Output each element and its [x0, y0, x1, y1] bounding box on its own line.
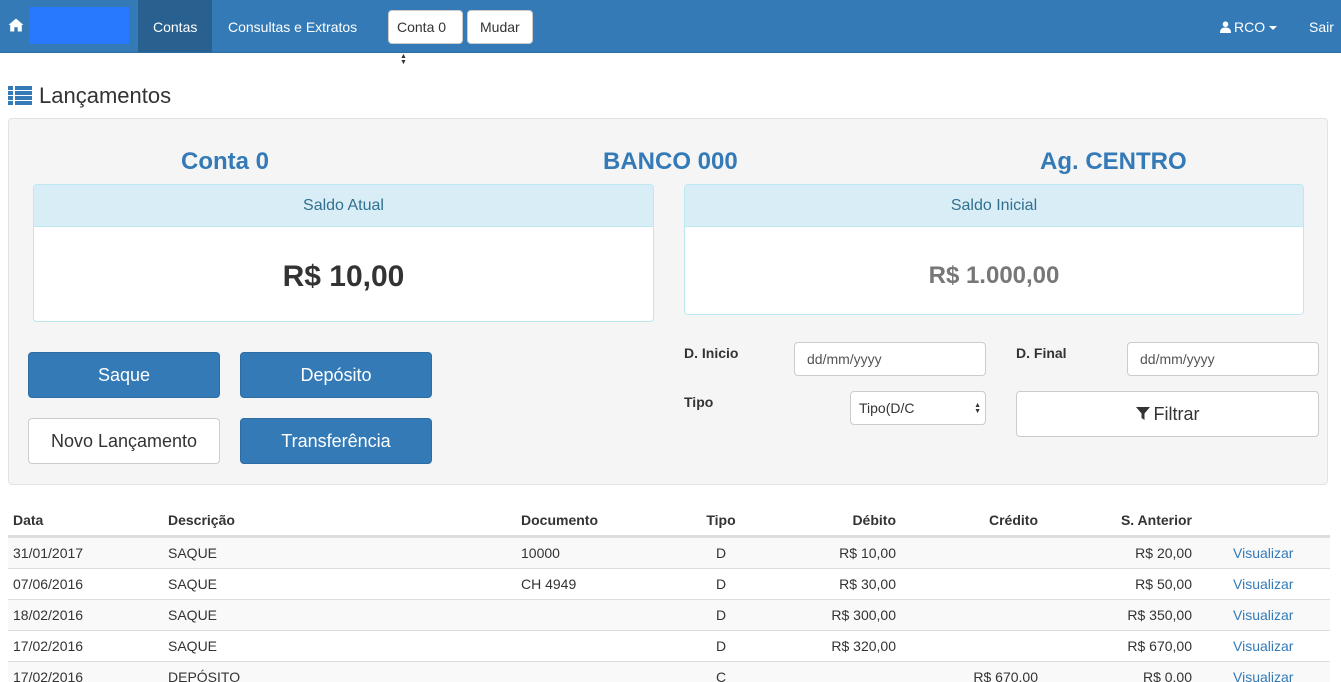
tipo-select-value: Tipo(D/C	[859, 400, 915, 416]
cell-descricao: SAQUE	[168, 607, 218, 623]
agency-name: Ag. CENTRO	[1040, 148, 1187, 175]
saldo-inicial-label: Saldo Inicial	[685, 185, 1303, 227]
novo-lancamento-button[interactable]: Novo Lançamento	[28, 418, 220, 464]
user-name: RCO	[1234, 19, 1266, 35]
tipo-select[interactable]: Tipo(D/C ▲ ▼	[850, 391, 986, 425]
visualizar-link[interactable]: Visualizar	[1233, 569, 1293, 599]
visualizar-link[interactable]: Visualizar	[1233, 662, 1293, 682]
cell-saldo-anterior: R$ 20,00	[1135, 545, 1192, 561]
lancamentos-table: Data Descrição Documento Tipo Débito Cré…	[8, 505, 1330, 682]
saldo-inicial-panel: Saldo Inicial R$ 1.000,00	[684, 184, 1304, 315]
cell-data: 17/02/2016	[13, 669, 84, 682]
saque-button[interactable]: Saque	[28, 352, 220, 398]
filtrar-label: Filtrar	[1153, 404, 1200, 424]
updown-arrows-icon: ▲ ▼	[400, 53, 407, 67]
cell-descricao: DEPÓSITO	[168, 669, 241, 682]
cell-saldo-anterior: R$ 670,00	[1127, 638, 1192, 654]
col-descricao: Descrição	[168, 512, 235, 528]
account-name: Conta 0	[181, 148, 270, 175]
d-final-input[interactable]	[1127, 342, 1319, 376]
cell-documento: 10000	[521, 545, 560, 561]
d-inicio-input[interactable]	[794, 342, 986, 376]
col-tipo: Tipo	[706, 512, 736, 528]
home-icon[interactable]	[8, 17, 24, 33]
deposito-button[interactable]: Depósito	[240, 352, 432, 398]
visualizar-link[interactable]: Visualizar	[1233, 631, 1293, 661]
mudar-button[interactable]: Mudar	[467, 10, 533, 44]
d-inicio-label: D. Inicio	[684, 345, 739, 361]
user-menu[interactable]: RCO	[1205, 0, 1292, 52]
user-icon	[1220, 21, 1231, 33]
cell-saldo-anterior: R$ 0,00	[1142, 669, 1192, 682]
cell-descricao: SAQUE	[168, 545, 218, 561]
saldo-atual-panel: Saldo Atual R$ 10,00	[33, 184, 654, 322]
cell-saldo-anterior: R$ 50,00	[1135, 576, 1192, 592]
cell-tipo: D	[715, 545, 727, 561]
cell-debito: R$ 320,00	[831, 638, 896, 654]
cell-tipo: C	[715, 669, 727, 682]
caret-down-icon	[1269, 26, 1278, 31]
col-data: Data	[13, 512, 44, 528]
saldo-inicial-value: R$ 1.000,00	[928, 262, 1060, 289]
cell-data: 18/02/2016	[13, 607, 84, 623]
cell-descricao: SAQUE	[168, 638, 218, 654]
cell-credito: R$ 670,00	[973, 669, 1038, 682]
col-debito: Débito	[852, 512, 896, 528]
visualizar-link[interactable]: Visualizar	[1233, 600, 1293, 630]
account-select-value: Conta 0	[397, 19, 447, 35]
saldo-atual-label: Saldo Atual	[34, 185, 653, 227]
list-icon	[8, 86, 32, 105]
table-header-row: Data Descrição Documento Tipo Débito Cré…	[8, 505, 1330, 537]
sair-link[interactable]: Sair	[1294, 0, 1341, 52]
cell-data: 31/01/2017	[13, 545, 84, 561]
cell-debito: R$ 30,00	[839, 576, 896, 592]
cell-tipo: D	[715, 576, 727, 592]
nav-contas[interactable]: Contas	[138, 0, 213, 52]
cell-descricao: SAQUE	[168, 576, 218, 592]
cell-debito: R$ 10,00	[839, 545, 896, 561]
col-documento: Documento	[521, 512, 598, 528]
table-row: 17/02/2016 DEPÓSITO C R$ 670,00 R$ 0,00 Visua…	[8, 661, 1330, 682]
transferencia-button[interactable]: Transferência	[240, 418, 432, 464]
nav-consultas-extratos[interactable]: Consultas e Extratos	[213, 0, 372, 52]
bank-name: BANCO 000	[603, 148, 738, 175]
table-row: 31/01/2017 SAQUE 10000 D R$ 10,00 R$ 20,00 Vis…	[8, 537, 1330, 568]
filtrar-button[interactable]: Filtrar	[1016, 391, 1319, 437]
cell-tipo: D	[715, 638, 727, 654]
filter-icon	[1135, 407, 1150, 420]
brand-logo[interactable]	[29, 7, 129, 44]
saldo-atual-value: R$ 10,00	[282, 260, 405, 293]
tipo-label: Tipo	[684, 394, 714, 410]
updown-arrows-icon: ▲ ▼	[974, 402, 981, 415]
cell-data: 07/06/2016	[13, 576, 84, 592]
visualizar-link[interactable]: Visualizar	[1233, 538, 1293, 568]
col-credito: Crédito	[989, 512, 1038, 528]
cell-documento: CH 4949	[521, 576, 577, 592]
col-saldo-anterior: S. Anterior	[1120, 512, 1192, 528]
table-row: 18/02/2016 SAQUE D R$ 300,00 R$ 350,00 Visual…	[8, 599, 1330, 630]
page-title: Lançamentos	[39, 83, 172, 108]
account-select[interactable]: Conta 0 ▲ ▼	[388, 10, 463, 66]
cell-data: 17/02/2016	[13, 638, 84, 654]
top-navbar: Contas Consultas e Extratos Conta 0 ▲ ▼ Mu…	[0, 0, 1341, 66]
table-body: 31/01/2017 SAQUE 10000 D R$ 10,00 R$ 20,00 Vis…	[8, 537, 1330, 682]
cell-saldo-anterior: R$ 350,00	[1127, 607, 1192, 623]
d-final-label: D. Final	[1016, 345, 1067, 361]
cell-debito: R$ 300,00	[831, 607, 896, 623]
table-row: 07/06/2016 SAQUE CH 4949 D R$ 30,00 R$ 50,00 V…	[8, 568, 1330, 599]
table-row: 17/02/2016 SAQUE D R$ 320,00 R$ 670,00 Visual…	[8, 630, 1330, 661]
cell-tipo: D	[715, 607, 727, 623]
